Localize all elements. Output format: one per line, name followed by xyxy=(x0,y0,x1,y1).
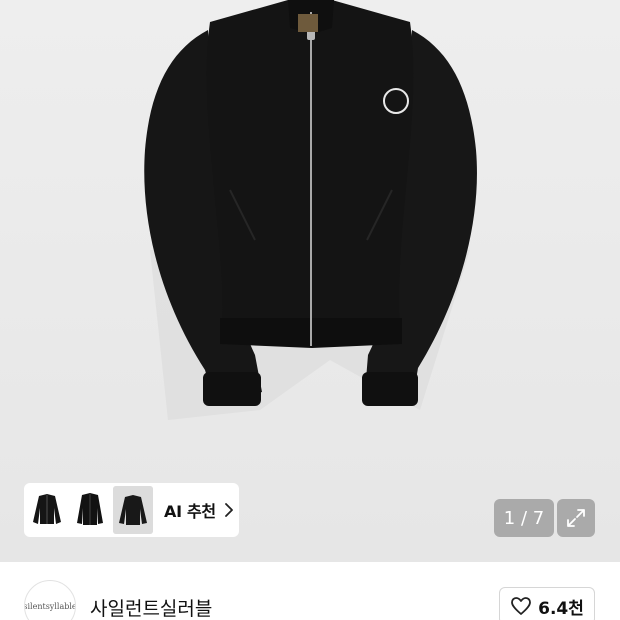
store-name[interactable]: 사일런트실러블 xyxy=(90,594,212,620)
black-jacket-thumbnail-image xyxy=(113,486,153,534)
bomber-jacket-thumb[interactable] xyxy=(27,486,67,534)
ai-recommend-panel[interactable]: AI 추천 xyxy=(24,483,239,537)
expand-icon xyxy=(567,509,585,527)
black-jacket-thumb[interactable] xyxy=(113,486,153,534)
chevron-right-icon xyxy=(224,503,233,517)
store-logo-text: silentsyllable xyxy=(24,601,76,611)
bomber-jacket-thumbnail-image xyxy=(27,486,67,534)
store-bar: silentsyllable 사일런트실러블 6.4천 xyxy=(0,562,620,620)
knit-zip-jacket-thumbnail-image xyxy=(70,486,110,534)
product-jacket-image xyxy=(0,0,620,562)
like-count: 6.4천 xyxy=(538,598,584,619)
heart-icon xyxy=(511,597,532,615)
image-counter: 1 / 7 xyxy=(494,499,554,537)
product-image-area[interactable]: AI 추천 1 / 7 xyxy=(0,0,620,562)
ai-recommend-label[interactable]: AI 추천 xyxy=(164,498,216,522)
like-button[interactable]: 6.4천 xyxy=(499,587,595,620)
knit-zip-jacket-thumb[interactable] xyxy=(70,486,110,534)
expand-image-button[interactable] xyxy=(557,499,595,537)
store-logo[interactable]: silentsyllable xyxy=(24,580,76,620)
